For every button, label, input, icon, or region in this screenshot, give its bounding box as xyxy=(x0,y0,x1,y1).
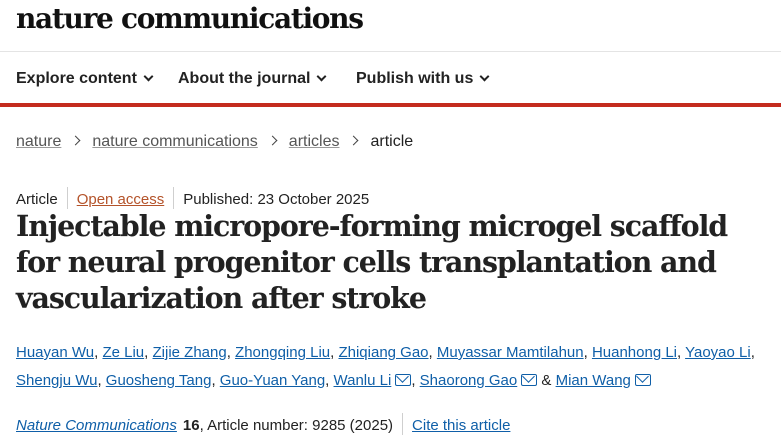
author-separator: , xyxy=(677,344,686,361)
nav-publish-with-us-label: Publish with us xyxy=(356,70,474,87)
chevron-down-icon xyxy=(143,71,154,82)
author-separator: , xyxy=(144,344,153,361)
author-list: Huayan Wu, Ze Liu, Zijie Zhang, Zhongqin… xyxy=(16,339,772,395)
author-link[interactable]: Zhongqing Liu xyxy=(235,344,330,361)
meta-divider xyxy=(66,187,68,209)
citation-line: Nature Communications 16, Article number:… xyxy=(16,413,510,437)
author-link[interactable]: Wanlu Li xyxy=(334,372,392,389)
article-type: Article xyxy=(16,190,58,208)
author-link[interactable]: Mian Wang xyxy=(556,372,631,389)
author-separator: , xyxy=(97,372,106,389)
open-access-link[interactable]: Open access xyxy=(77,191,165,208)
author-link[interactable]: Ze Liu xyxy=(102,344,144,361)
author-separator: , xyxy=(226,344,236,361)
author-separator: , xyxy=(411,372,420,389)
nav-publish-with-us[interactable]: Publish with us xyxy=(356,70,490,88)
author-link[interactable]: Muyassar Mamtilahun xyxy=(437,344,584,361)
published-date: Published: 23 October 2025 xyxy=(183,190,370,208)
author-link[interactable]: Shaorong Gao xyxy=(420,372,518,389)
author-separator: , xyxy=(750,344,755,361)
meta-divider xyxy=(173,187,175,209)
breadcrumb: nature nature communications articles artic… xyxy=(16,133,413,151)
nav-about-journal[interactable]: About the journal xyxy=(178,70,327,88)
breadcrumb-nature[interactable]: nature xyxy=(16,133,61,150)
author-link[interactable]: Shengju Wu xyxy=(16,372,97,389)
journal-link[interactable]: Nature Communications xyxy=(16,417,177,434)
email-icon[interactable] xyxy=(521,374,538,386)
citation-divider xyxy=(402,413,404,435)
breadcrumb-nature-communications[interactable]: nature communications xyxy=(92,133,257,150)
breadcrumb-current: article xyxy=(370,133,414,150)
chevron-down-icon xyxy=(316,71,327,82)
author-separator: , xyxy=(428,344,437,361)
author-separator: , xyxy=(583,344,592,361)
author-link[interactable]: Yaoyao Li xyxy=(685,344,751,361)
author-link[interactable]: Zijie Zhang xyxy=(153,344,227,361)
breadcrumb-articles[interactable]: articles xyxy=(289,133,340,150)
nav-explore-content[interactable]: Explore content xyxy=(16,70,154,88)
site-header: nature communications xyxy=(0,0,781,52)
chevron-right-icon xyxy=(70,135,81,146)
email-icon[interactable] xyxy=(395,374,412,386)
nav-about-journal-label: About the journal xyxy=(178,70,311,87)
author-separator: , xyxy=(211,372,220,389)
author-separator: & xyxy=(537,372,556,389)
email-icon[interactable] xyxy=(634,374,651,386)
article-title: Injectable micropore-forming microgel sc… xyxy=(16,209,728,315)
chevron-down-icon xyxy=(479,71,490,82)
author-link[interactable]: Zhiqiang Gao xyxy=(338,344,428,361)
author-link[interactable]: Guo-Yuan Yang xyxy=(220,372,325,389)
author-link[interactable]: Huayan Wu xyxy=(16,344,94,361)
chevron-right-icon xyxy=(349,135,359,146)
nav-explore-content-label: Explore content xyxy=(16,70,137,87)
author-separator: , xyxy=(325,372,334,389)
volume-number: 16 xyxy=(182,416,200,434)
article-number: , Article number: 9285 (2025) xyxy=(199,416,394,434)
cite-article-link[interactable]: Cite this article xyxy=(412,417,510,434)
site-logo[interactable]: nature communications xyxy=(16,2,364,35)
author-link[interactable]: Guosheng Tang xyxy=(106,372,212,389)
author-link[interactable]: Huanhong Li xyxy=(592,344,677,361)
chevron-right-icon xyxy=(267,135,278,146)
main-navigation: Explore content About the journal Publis… xyxy=(0,53,781,107)
